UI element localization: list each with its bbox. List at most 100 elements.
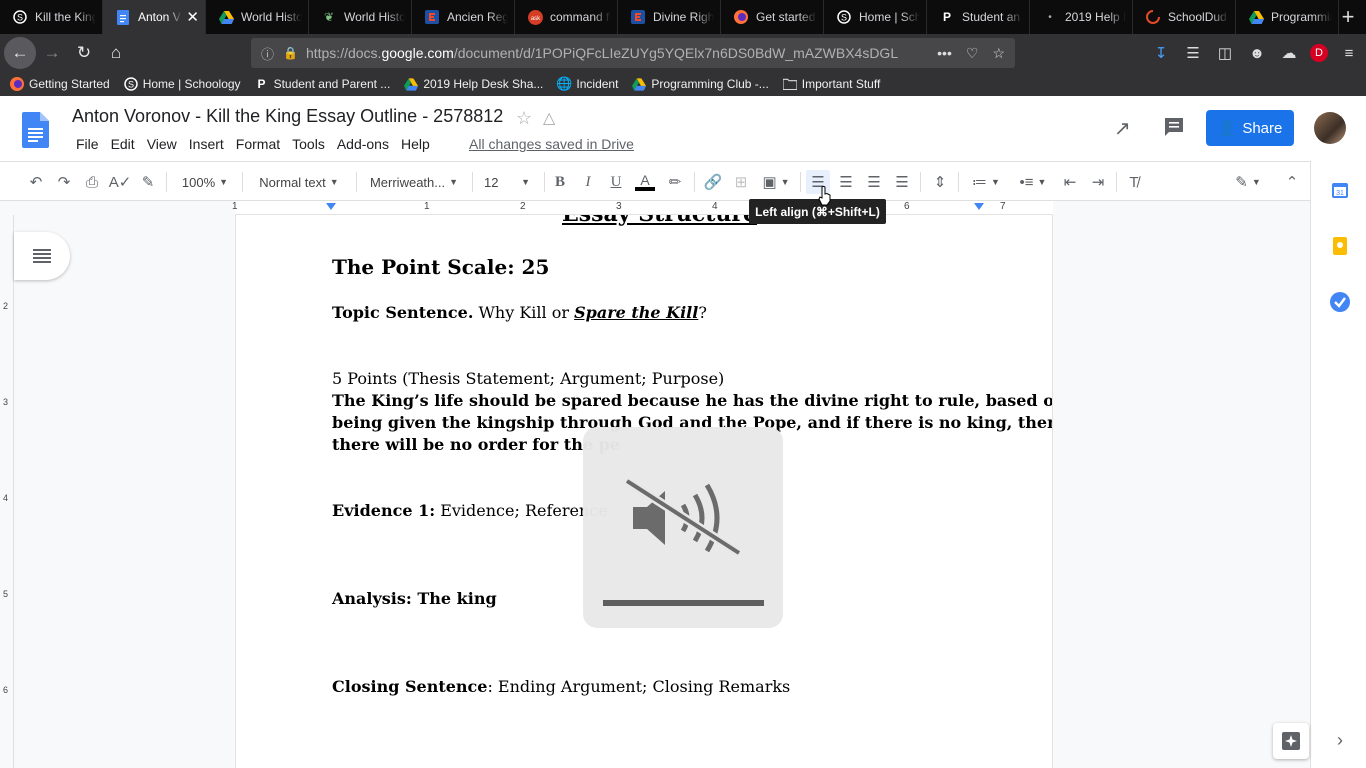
evidence-line[interactable]: Evidence 1: Evidence; Reference <box>332 501 608 520</box>
bookmark-item[interactable]: Getting Started <box>10 77 110 91</box>
thesis-line-1[interactable]: The King’s life should be spared because… <box>332 391 1052 410</box>
sync-cloud-icon[interactable]: ☁ <box>1278 44 1300 62</box>
undo-icon[interactable]: ↶ <box>24 170 48 194</box>
center-align-icon[interactable]: ☰ <box>834 170 858 194</box>
collapse-menus-icon[interactable]: ⌃ <box>1280 170 1304 194</box>
sidebar-icon[interactable]: ◫ <box>1214 44 1236 62</box>
activity-trend-icon[interactable]: ↗ <box>1114 116 1131 141</box>
zoom-select[interactable]: 100% ▼ <box>174 170 236 194</box>
menu-view[interactable]: View <box>141 136 183 152</box>
saved-status[interactable]: All changes saved in Drive <box>469 136 634 152</box>
document-outline-button[interactable] <box>14 232 70 280</box>
font-family-select[interactable]: Merriweath... ▼ <box>364 170 464 194</box>
browser-tab[interactable]: Get started <box>721 0 824 34</box>
star-icon[interactable]: ☆ <box>516 108 532 129</box>
points-line[interactable]: 5 Points (Thesis Statement; Argument; Pu… <box>332 369 724 388</box>
menu-edit[interactable]: Edit <box>105 136 141 152</box>
browser-tab[interactable]: P Student an <box>927 0 1030 34</box>
menu-insert[interactable]: Insert <box>183 136 230 152</box>
browser-tab[interactable]: ask command fi <box>515 0 618 34</box>
menu-add-ons[interactable]: Add-ons <box>331 136 395 152</box>
new-tab-button[interactable]: + <box>1330 0 1366 34</box>
menu-file[interactable]: File <box>70 136 105 152</box>
chevron-right-icon[interactable]: › <box>1329 729 1351 751</box>
browser-tab[interactable]: S Kill the King <box>0 0 103 34</box>
bookmark-item[interactable]: S Home | Schoology <box>123 77 241 91</box>
page-actions-icon[interactable]: ••• <box>937 45 952 62</box>
pocket-icon[interactable]: ♡ <box>966 45 979 62</box>
download-icon[interactable]: ↧ <box>1150 44 1172 62</box>
document-title[interactable]: Anton Voronov - Kill the King Essay Outl… <box>72 106 503 127</box>
add-comment-icon[interactable]: ⊞ <box>728 170 754 194</box>
paint-format-icon[interactable]: ✎ <box>136 170 160 194</box>
calendar-icon[interactable]: 31 <box>1329 179 1351 201</box>
spellcheck-icon[interactable]: A✓ <box>108 170 132 194</box>
browser-tab[interactable]: SchoolDud <box>1133 0 1236 34</box>
bulleted-list-icon[interactable]: •≡ ▼ <box>1012 170 1054 194</box>
redo-icon[interactable]: ↷ <box>52 170 76 194</box>
line-spacing-icon[interactable]: ⇕ <box>928 170 952 194</box>
right-align-icon[interactable]: ☰ <box>862 170 886 194</box>
browser-tab[interactable]: Programmin <box>1236 0 1339 34</box>
numbered-list-icon[interactable]: ≔ ▼ <box>966 170 1006 194</box>
analysis-line[interactable]: Analysis: The king <box>332 589 497 608</box>
italic-icon[interactable]: I <box>576 170 600 194</box>
home-icon[interactable]: ⌂ <box>100 37 132 69</box>
keep-icon[interactable] <box>1329 235 1351 257</box>
account-icon[interactable]: ☻ <box>1246 45 1268 62</box>
bold-icon[interactable]: B <box>548 170 572 194</box>
insert-link-icon[interactable]: 🔗 <box>700 170 726 194</box>
insert-image-icon[interactable]: ▣ ▼ <box>758 170 794 194</box>
decrease-indent-icon[interactable]: ⇤ <box>1058 170 1082 194</box>
browser-tab[interactable]: • 2019 Help D <box>1030 0 1133 34</box>
justify-icon[interactable]: ☰ <box>890 170 914 194</box>
back-arrow-icon[interactable]: ← <box>4 37 36 69</box>
profile-badge[interactable]: D <box>1310 44 1328 62</box>
tasks-icon[interactable] <box>1329 291 1351 313</box>
comment-icon[interactable] <box>1163 116 1185 138</box>
bookmark-item[interactable]: 🌐 Incident <box>556 76 618 91</box>
url-text[interactable]: https://docs.google.com/document/d/1POPi… <box>306 45 937 61</box>
browser-tab[interactable]: S Home | Sch <box>824 0 927 34</box>
google-docs-logo-icon[interactable] <box>22 112 49 148</box>
heading-essay-structure[interactable]: Essay Structure <box>562 215 757 227</box>
url-bar[interactable]: ⓘ 🔒 https://docs.google.com/document/d/1… <box>251 38 1015 68</box>
highlight-color-icon[interactable]: ✏ <box>662 170 688 194</box>
menu-help[interactable]: Help <box>395 136 436 152</box>
browser-tab[interactable]: Divine Righ <box>618 0 721 34</box>
menu-format[interactable]: Format <box>230 136 286 152</box>
print-icon[interactable]: ⎙ <box>80 170 104 194</box>
bookmark-item[interactable]: Important Stuff <box>782 77 880 91</box>
explore-button[interactable] <box>1273 723 1309 759</box>
menu-tools[interactable]: Tools <box>286 136 331 152</box>
bookmark-item[interactable]: 2019 Help Desk Sha... <box>404 77 543 91</box>
topic-sentence-line[interactable]: Topic Sentence. Why Kill or Spare the Ki… <box>332 303 707 322</box>
bookmark-star-icon[interactable]: ☆ <box>992 45 1005 62</box>
point-scale-heading[interactable]: The Point Scale: 25 <box>332 255 549 279</box>
clear-formatting-icon[interactable]: T̸ <box>1122 170 1146 194</box>
close-icon[interactable]: ✕ <box>186 8 199 26</box>
library-icon[interactable]: ☰ <box>1182 44 1204 62</box>
avatar[interactable] <box>1314 112 1346 144</box>
left-indent-marker[interactable] <box>326 203 336 210</box>
paragraph-style-select[interactable]: Normal text ▼ <box>250 170 348 194</box>
closing-line[interactable]: Closing Sentence: Ending Argument; Closi… <box>332 677 790 696</box>
share-button[interactable]: 👤 Share <box>1206 110 1294 146</box>
bookmark-item[interactable]: P Student and Parent ... <box>255 77 391 91</box>
editing-mode-icon[interactable]: ✎ ▼ <box>1230 170 1266 194</box>
bookmark-item[interactable]: Programming Club -... <box>632 77 769 91</box>
reload-icon[interactable]: ↻ <box>68 37 100 69</box>
info-icon[interactable]: ⓘ <box>261 44 279 63</box>
font-size-select[interactable]: 12 ▼ <box>478 170 536 194</box>
forward-arrow-icon[interactable]: → <box>36 37 68 69</box>
browser-tab[interactable]: ❦ World Histo <box>309 0 412 34</box>
browser-tab[interactable]: Anton V ✕ <box>103 0 206 34</box>
underline-icon[interactable]: U <box>604 170 628 194</box>
increase-indent-icon[interactable]: ⇥ <box>1086 170 1110 194</box>
text-color-icon[interactable]: A <box>632 170 658 194</box>
thesis-line-3[interactable]: there will be no order for the pe <box>332 435 620 454</box>
move-to-folder-icon[interactable]: △ <box>543 108 555 128</box>
browser-tab[interactable]: World Histo <box>206 0 309 34</box>
right-indent-marker[interactable] <box>974 203 984 210</box>
browser-tab[interactable]: Ancien Reg <box>412 0 515 34</box>
